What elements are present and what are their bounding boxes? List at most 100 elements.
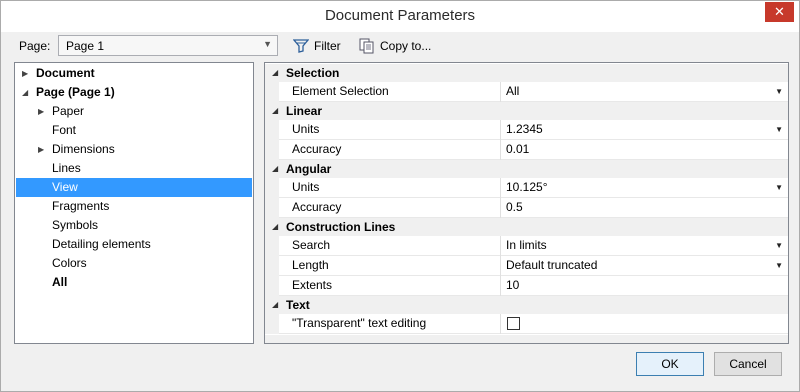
tree-item-label: Dimensions — [52, 142, 115, 156]
collapse-arrow-icon[interactable]: ◢ — [272, 64, 278, 82]
property-row[interactable]: Extents 10 — [265, 276, 788, 296]
category-label: Text — [286, 298, 310, 312]
column-divider — [500, 178, 501, 198]
tree-item-page[interactable]: ◢ Page (Page 1) — [16, 83, 252, 102]
tree-item-symbols[interactable]: Symbols — [16, 216, 252, 235]
tree-item-label: Detailing elements — [52, 237, 151, 251]
property-name: Accuracy — [292, 200, 342, 214]
collapse-arrow-icon[interactable]: ◢ — [272, 296, 278, 314]
copy-to-button[interactable]: Copy to... — [359, 37, 431, 55]
filter-label: Filter — [314, 39, 341, 53]
tree-item-colors[interactable]: Colors — [16, 254, 252, 273]
property-value[interactable]: All — [506, 82, 519, 101]
property-value[interactable]: 0.5 — [506, 198, 523, 217]
column-divider — [500, 198, 501, 218]
tree-item-label: Lines — [52, 161, 81, 175]
column-divider — [500, 276, 501, 296]
property-value[interactable]: In limits — [506, 236, 547, 255]
tree-item-label: Page (Page 1) — [36, 85, 115, 99]
transparent-text-editing-checkbox[interactable] — [507, 317, 520, 330]
dialog-window: Document Parameters ✕ Page: Page 1 ▼ Fil… — [0, 0, 800, 392]
property-row[interactable]: Element Selection All ▼ — [265, 82, 788, 102]
category-angular[interactable]: ◢ Angular — [265, 160, 788, 178]
collapse-arrow-icon[interactable]: ◢ — [272, 160, 278, 178]
dropdown-arrow-icon[interactable]: ▼ — [775, 178, 783, 197]
copy-to-label: Copy to... — [380, 39, 432, 53]
row-gutter — [265, 314, 279, 334]
close-button[interactable]: ✕ — [765, 2, 794, 22]
tree-item-dimensions[interactable]: ▶ Dimensions — [16, 140, 252, 159]
horizontal-scrollbar[interactable] — [265, 335, 788, 343]
tree-item-document[interactable]: ▶ Document — [16, 64, 252, 83]
collapse-arrow-icon[interactable]: ◢ — [272, 102, 278, 120]
dropdown-arrow-icon[interactable]: ▼ — [775, 120, 783, 139]
row-gutter — [265, 198, 279, 218]
property-row[interactable]: Length Default truncated ▼ — [265, 256, 788, 276]
property-value[interactable]: 1.2345 — [506, 120, 543, 139]
property-name: Search — [292, 238, 331, 252]
dropdown-arrow-icon[interactable]: ▼ — [775, 256, 783, 275]
property-value[interactable]: Default truncated — [506, 256, 597, 275]
tree-item-all[interactable]: All — [16, 273, 252, 292]
row-gutter — [265, 120, 279, 140]
property-name: Units — [292, 122, 320, 136]
property-name: Extents — [292, 278, 333, 292]
collapse-arrow-icon[interactable]: ◢ — [272, 218, 278, 236]
tree-item-label: Colors — [52, 256, 87, 270]
property-name: Units — [292, 180, 320, 194]
category-linear[interactable]: ◢ Linear — [265, 102, 788, 120]
category-text[interactable]: ◢ Text — [265, 296, 788, 314]
collapse-arrow-icon[interactable]: ◢ — [22, 83, 28, 102]
property-grid: ◢ Selection Element Selection All ▼ ◢ Li… — [264, 62, 789, 344]
expand-arrow-icon[interactable]: ▶ — [38, 140, 44, 159]
property-row[interactable]: Accuracy 0.5 — [265, 198, 788, 218]
chevron-down-icon: ▼ — [263, 39, 272, 49]
copy-icon — [359, 38, 374, 54]
row-gutter — [265, 256, 279, 276]
page-select[interactable]: Page 1 ▼ — [58, 35, 278, 56]
tree-item-paper[interactable]: ▶ Paper — [16, 102, 252, 121]
tree-item-label: All — [52, 275, 68, 289]
tree-item-view[interactable]: View — [16, 178, 252, 197]
category-selection[interactable]: ◢ Selection — [265, 64, 788, 82]
row-gutter — [265, 236, 279, 256]
page-select-value: Page 1 — [66, 39, 105, 53]
property-name: "Transparent" text editing — [292, 316, 427, 330]
property-value[interactable]: 10 — [506, 276, 519, 295]
expand-arrow-icon[interactable]: ▶ — [22, 64, 28, 83]
toolbar: Page: Page 1 ▼ Filter Copy to... — [1, 32, 799, 60]
column-divider — [500, 140, 501, 160]
row-gutter — [265, 276, 279, 296]
tree-item-fragments[interactable]: Fragments — [16, 197, 252, 216]
dropdown-arrow-icon[interactable]: ▼ — [775, 236, 783, 255]
filter-icon — [293, 39, 309, 53]
row-gutter — [265, 178, 279, 198]
category-label: Angular — [286, 162, 332, 176]
tree-item-detailing-elements[interactable]: Detailing elements — [16, 235, 252, 254]
filter-button[interactable]: Filter — [293, 37, 341, 55]
tree-item-label: Font — [52, 123, 77, 137]
property-grid-body: ◢ Selection Element Selection All ▼ ◢ Li… — [265, 63, 788, 334]
tree-item-label: Paper — [52, 104, 85, 118]
parameters-tree[interactable]: ▶ Document ◢ Page (Page 1) ▶ Paper Font … — [14, 62, 254, 344]
property-row[interactable]: Units 1.2345 ▼ — [265, 120, 788, 140]
tree-item-font[interactable]: Font — [16, 121, 252, 140]
window-title: Document Parameters — [324, 7, 476, 24]
row-gutter — [265, 82, 279, 102]
property-row[interactable]: Search In limits ▼ — [265, 236, 788, 256]
column-divider — [500, 120, 501, 140]
row-gutter — [265, 140, 279, 160]
category-label: Linear — [286, 104, 323, 118]
category-construction-lines[interactable]: ◢ Construction Lines — [265, 218, 788, 236]
property-value[interactable]: 10.125° — [506, 178, 548, 197]
dropdown-arrow-icon[interactable]: ▼ — [775, 82, 783, 101]
category-label: Construction Lines — [286, 220, 396, 234]
tree-item-lines[interactable]: Lines — [16, 159, 252, 178]
property-value[interactable]: 0.01 — [506, 140, 529, 159]
property-row[interactable]: "Transparent" text editing — [265, 314, 788, 334]
cancel-button[interactable]: Cancel — [714, 352, 782, 376]
expand-arrow-icon[interactable]: ▶ — [38, 102, 44, 121]
ok-button[interactable]: OK — [636, 352, 704, 376]
property-row[interactable]: Units 10.125° ▼ — [265, 178, 788, 198]
property-row[interactable]: Accuracy 0.01 — [265, 140, 788, 160]
